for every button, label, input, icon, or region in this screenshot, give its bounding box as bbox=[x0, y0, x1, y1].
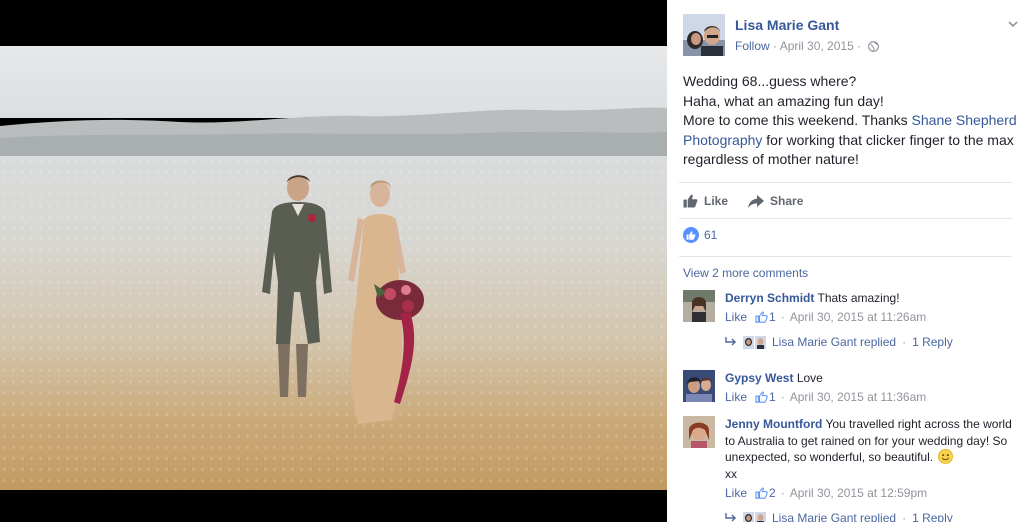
reply-count-link[interactable]: 1 Reply bbox=[912, 511, 953, 522]
meta-dot: · bbox=[902, 511, 907, 522]
avatar bbox=[755, 511, 766, 522]
photo-viewer[interactable] bbox=[0, 0, 667, 522]
thumbs-up-outline-icon bbox=[755, 311, 768, 323]
divider bbox=[679, 256, 1012, 257]
comment-text: Love bbox=[796, 371, 823, 385]
reply-summary[interactable]: Lisa Marie Gant replied · 1 Reply bbox=[725, 511, 953, 522]
avatar bbox=[755, 335, 766, 349]
meta-dot: · bbox=[780, 486, 785, 500]
comment-body: Derryn Schmidt Thats amazing! bbox=[725, 290, 1015, 307]
reply-avatars bbox=[743, 511, 766, 522]
post-date[interactable]: April 30, 2015 bbox=[780, 39, 854, 53]
couple-figures bbox=[262, 175, 424, 424]
post-meta: Follow · April 30, 2015 · bbox=[735, 39, 880, 53]
reply-arrow-icon bbox=[725, 337, 736, 346]
wedding-photo[interactable] bbox=[0, 46, 667, 490]
avatar bbox=[743, 335, 754, 349]
comment-time[interactable]: April 30, 2015 at 11:36am bbox=[790, 390, 927, 404]
follow-link[interactable]: Follow bbox=[735, 39, 770, 53]
divider bbox=[679, 218, 1012, 219]
thumbs-up-outline-icon bbox=[755, 391, 768, 403]
share-arrow-icon bbox=[748, 194, 765, 208]
chevron-down-icon[interactable] bbox=[1007, 18, 1019, 30]
reply-count-link[interactable]: 1 Reply bbox=[912, 335, 953, 349]
post-line-3: More to come this weekend. Thanks Shane … bbox=[683, 111, 1019, 170]
post-text-part: More to come this weekend. Thanks bbox=[683, 112, 912, 128]
like-button[interactable]: Like bbox=[683, 194, 728, 208]
post-message: Wedding 68...guess where? Haha, what an … bbox=[683, 72, 1019, 170]
comment-body: Gypsy West Love bbox=[725, 370, 1015, 387]
meta-dot: · bbox=[780, 390, 785, 404]
comment-author-link[interactable]: Jenny Mountford bbox=[725, 417, 822, 431]
like-label: Like bbox=[704, 194, 729, 208]
reply-author-text[interactable]: Lisa Marie Gant replied bbox=[772, 335, 896, 349]
commenter-avatar[interactable] bbox=[683, 370, 715, 402]
comment-like-count[interactable]: 1 bbox=[769, 390, 776, 404]
avatar bbox=[743, 511, 754, 522]
reaction-count: 61 bbox=[704, 228, 718, 242]
comment-like-link[interactable]: Like bbox=[725, 390, 747, 404]
comment-meta: Like 2 · April 30, 2015 at 12:59pm bbox=[725, 486, 927, 500]
reply-author-text[interactable]: Lisa Marie Gant replied bbox=[772, 511, 896, 522]
commenter-avatar[interactable] bbox=[683, 416, 715, 448]
poster-name-link[interactable]: Lisa Marie Gant bbox=[735, 17, 839, 33]
reply-summary[interactable]: Lisa Marie Gant replied · 1 Reply bbox=[725, 335, 953, 349]
comment-item: Derryn Schmidt Thats amazing! Like 1 · A… bbox=[683, 290, 1013, 354]
comment-meta: Like 1 · April 30, 2015 at 11:36am bbox=[725, 390, 926, 404]
comment-item: Jenny Mountford You travelled right acro… bbox=[683, 416, 1013, 522]
comment-time[interactable]: April 30, 2015 at 11:26am bbox=[790, 310, 927, 324]
comment-body: Jenny Mountford You travelled right acro… bbox=[725, 416, 1015, 482]
view-more-comments-link[interactable]: View 2 more comments bbox=[683, 266, 808, 280]
share-button[interactable]: Share bbox=[748, 194, 803, 208]
comment-text: Thats amazing! bbox=[817, 291, 900, 305]
poster-avatar[interactable] bbox=[683, 14, 725, 56]
comment-item: Gypsy West Love Like 1 · April 30, 2015 … bbox=[683, 370, 1013, 408]
comment-like-link[interactable]: Like bbox=[725, 310, 747, 324]
meta-dot: · bbox=[902, 335, 907, 349]
comment-meta: Like 1 · April 30, 2015 at 11:26am bbox=[725, 310, 926, 324]
thumbs-up-icon bbox=[683, 194, 698, 208]
meta-dot: · bbox=[780, 310, 785, 324]
commenter-avatar[interactable] bbox=[683, 290, 715, 322]
comment-like-count[interactable]: 1 bbox=[769, 310, 776, 324]
comment-author-link[interactable]: Derryn Schmidt bbox=[725, 291, 814, 305]
meta-dot: · bbox=[857, 39, 865, 53]
reply-avatars bbox=[743, 335, 766, 349]
comment-text-tail: xx bbox=[725, 466, 737, 481]
smiley-emoji-icon bbox=[938, 449, 954, 464]
post-header: Lisa Marie Gant Follow · April 30, 2015 … bbox=[683, 14, 1018, 58]
post-actions: Like Share bbox=[683, 191, 803, 211]
reply-arrow-icon bbox=[725, 513, 736, 522]
divider bbox=[679, 182, 1012, 183]
comment-author-link[interactable]: Gypsy West bbox=[725, 371, 793, 385]
post-line: Wedding 68...guess where? bbox=[683, 73, 857, 89]
photo-hills bbox=[0, 107, 667, 160]
comment-like-count[interactable]: 2 bbox=[769, 486, 776, 500]
thumbs-up-outline-icon bbox=[755, 487, 768, 499]
share-label: Share bbox=[770, 194, 804, 208]
meta-dot: · bbox=[773, 39, 780, 53]
globe-icon[interactable] bbox=[868, 41, 880, 52]
reactions-summary[interactable]: 61 bbox=[683, 227, 717, 243]
post-panel: Lisa Marie Gant Follow · April 30, 2015 … bbox=[667, 0, 1024, 522]
like-reaction-icon bbox=[683, 227, 699, 243]
comment-time[interactable]: April 30, 2015 at 12:59pm bbox=[790, 486, 927, 500]
comment-like-link[interactable]: Like bbox=[725, 486, 747, 500]
post-line: Haha, what an amazing fun day! bbox=[683, 92, 884, 109]
